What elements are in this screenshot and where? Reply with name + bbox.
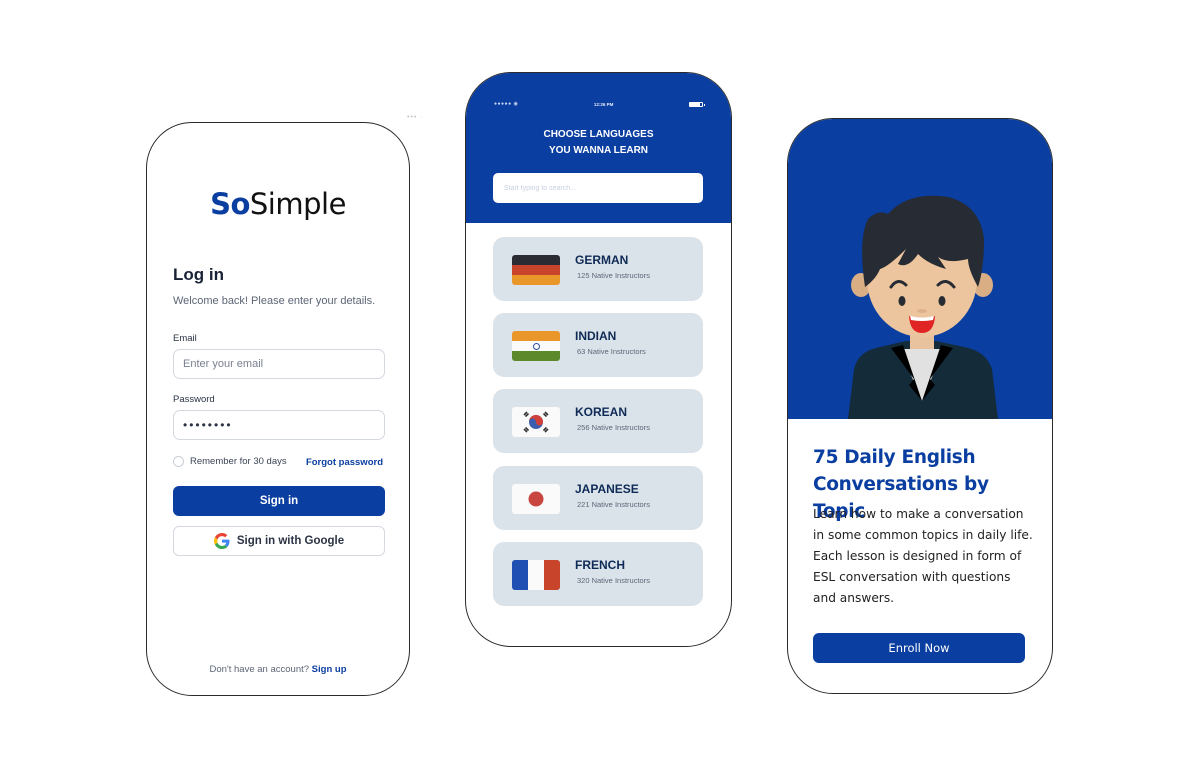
- remember-checkbox[interactable]: [173, 456, 184, 467]
- language-card-korean[interactable]: KOREAN 256 Native Instructors: [493, 389, 703, 453]
- languages-header: ●●●●● ◉ 12:26 PM CHOOSE LANGUAGES YOU WA…: [466, 73, 731, 223]
- language-card-japanese[interactable]: JAPANESE 221 Native Instructors: [493, 466, 703, 530]
- sign-in-button[interactable]: Sign in: [173, 486, 385, 516]
- student-avatar-illustration: [848, 195, 998, 419]
- language-name: JAPANESE: [575, 482, 639, 496]
- title-line-1: CHOOSE LANGUAGES: [543, 129, 654, 140]
- instructor-count: 320 Native Instructors: [577, 576, 650, 585]
- signup-prompt-text: Don't have an account?: [209, 664, 310, 675]
- remember-label: Remember for 30 days: [190, 456, 287, 467]
- france-flag-icon: [512, 560, 560, 590]
- germany-flag-icon: [512, 255, 560, 285]
- google-sign-in-button[interactable]: Sign in with Google: [173, 526, 385, 556]
- instructor-count: 63 Native Instructors: [577, 347, 646, 356]
- course-hero-image: [788, 119, 1052, 419]
- japan-flag-icon: [512, 484, 560, 514]
- status-bar: ●●●●● ◉ 12:26 PM: [494, 100, 705, 108]
- languages-title: CHOOSE LANGUAGES YOU WANNA LEARN: [466, 127, 731, 159]
- instructor-count: 221 Native Instructors: [577, 500, 650, 509]
- login-subtitle: Welcome back! Please enter your details.: [173, 295, 376, 307]
- sign-up-link[interactable]: Sign up: [312, 664, 347, 675]
- signal-icon: ●●●●● ◉: [494, 101, 519, 107]
- course-description: Learn how to make a conversation in some…: [813, 507, 1033, 605]
- instructor-count: 125 Native Instructors: [577, 271, 650, 280]
- language-name: INDIAN: [575, 329, 617, 343]
- course-screen: 75 Daily English Conversations by Topic …: [787, 118, 1053, 694]
- title-line-2: YOU WANNA LEARN: [548, 145, 649, 156]
- korea-flag-icon: [512, 407, 560, 437]
- language-name: GERMAN: [575, 253, 629, 267]
- languages-screen: ●●●●● ◉ 12:26 PM CHOOSE LANGUAGES YOU WA…: [465, 72, 732, 647]
- logo-so: So: [210, 187, 250, 221]
- language-name: KOREAN: [575, 405, 628, 419]
- email-field[interactable]: [173, 349, 385, 379]
- language-card-french[interactable]: FRENCH 320 Native Instructors: [493, 542, 703, 606]
- language-name: FRENCH: [575, 558, 625, 572]
- signup-prompt: Don't have an account? Sign up: [147, 664, 409, 675]
- password-label: Password: [173, 394, 215, 405]
- logo-simple: Simple: [249, 187, 347, 221]
- language-card-german[interactable]: GERMAN 125 Native Instructors: [493, 237, 703, 301]
- instructor-count: 256 Native Instructors: [577, 423, 650, 432]
- india-flag-icon: [512, 331, 560, 361]
- forgot-password-link[interactable]: Forgot password: [306, 457, 383, 468]
- enroll-now-button[interactable]: Enroll Now: [813, 633, 1025, 663]
- google-sign-in-label: Sign in with Google: [236, 535, 345, 547]
- email-label: Email: [173, 333, 197, 344]
- login-title: Log in: [173, 265, 224, 284]
- language-card-indian[interactable]: INDIAN 63 Native Instructors: [493, 313, 703, 377]
- battery-icon: [689, 101, 705, 107]
- google-icon: [213, 533, 230, 549]
- remember-checkbox-row[interactable]: Remember for 30 days: [173, 456, 287, 467]
- status-time: 12:26 PM: [593, 101, 614, 107]
- password-field[interactable]: [173, 410, 385, 440]
- login-screen: SoSimple Log in Welcome back! Please ent…: [146, 122, 410, 696]
- decorative-dots: ••• ·: [407, 114, 424, 121]
- app-logo: SoSimple: [147, 187, 409, 221]
- language-search-input[interactable]: [493, 173, 703, 203]
